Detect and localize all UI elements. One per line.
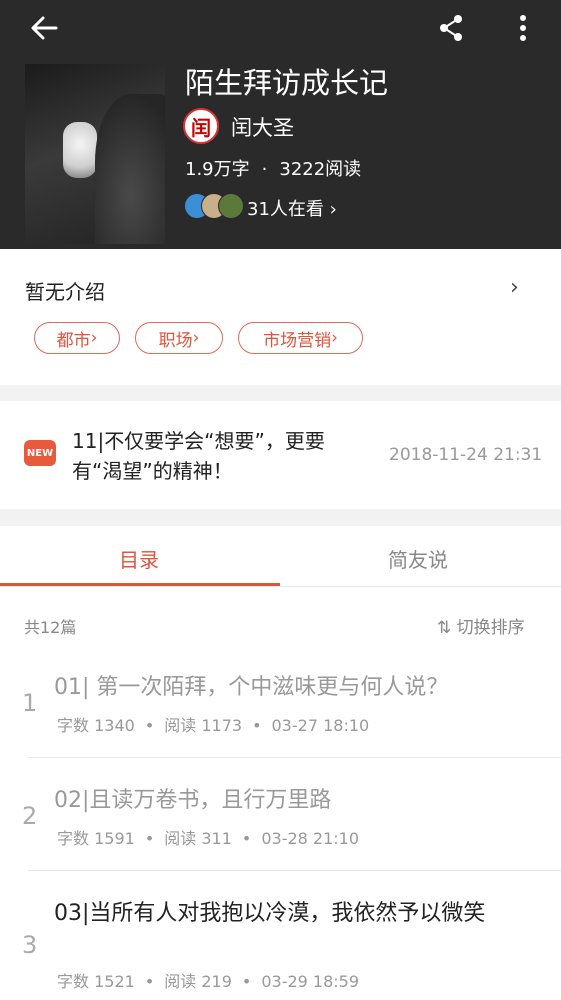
chapter-date: 03-29 18:59 [261,972,360,991]
tag-label: 都市 [56,330,91,351]
chapter-title: 03|当所有人对我抱以冷漠，我依然予以微笑 [54,901,486,926]
book-title: 陌生拜访成长记 [185,66,389,100]
tag-dushi[interactable]: 都市 › [34,322,120,354]
chapter-meta: 字数 1521 • 阅读 219 • 03-29 18:59 [57,972,360,991]
tab-friends-comments[interactable]: 简友说 [388,544,448,573]
tag-shichang-yingxiao[interactable]: 市场营销 › [238,322,363,354]
tag-label: 市场营销 [263,330,332,351]
latest-update[interactable]: NEW 11|不仅要学会“想要”，更要有“渴望”的精神！ 2018-11-24 … [0,401,561,509]
divider [28,870,561,871]
total-count: 共12篇 [24,618,77,637]
chapter-item[interactable]: 2 02|且读万卷书，且行万里路 字数 1591 • 阅读 311 • 03-28 21… [0,782,561,872]
chapter-reads: 阅读 219 [164,972,232,991]
tab-toc[interactable]: 目录 [119,544,159,573]
sort-label: 切换排序 [456,618,525,638]
chapter-date: 03-28 21:10 [261,829,360,848]
readers-link[interactable]: 31人在看 › [247,195,337,221]
chapter-number: 2 [22,802,38,830]
latest-update-title: 11|不仅要学会“想要”，更要有“渴望”的精神！ [72,429,325,483]
intro-text[interactable]: 暂无介绍 [25,276,105,305]
cover-figure-image [95,94,165,244]
reader-avatars[interactable] [184,193,244,219]
more-vertical-icon[interactable] [508,12,538,44]
chapter-meta: 字数 1591 • 阅读 311 • 03-28 21:10 [57,829,360,848]
chapter-item[interactable]: 3 03|当所有人对我抱以冷漠，我依然予以微笑 字数 1521 • 阅读 219 • 0… [0,895,561,1000]
chapter-reads: 阅读 311 [164,829,232,848]
divider [28,757,561,758]
chevron-right-icon: › [90,328,98,348]
divider [0,586,561,587]
chapter-reads: 阅读 1173 [164,716,243,735]
book-stats: 1.9万字 · 3222阅读 [185,155,361,181]
chapter-item[interactable]: 1 01| 第一次陌拜，个中滋味更与何人说？ 字数 1340 • 阅读 1173 • 0… [0,669,561,759]
tag-zhichang[interactable]: 职场 › [135,322,223,354]
sort-toggle-button[interactable]: ⇅ 切换排序 [437,613,525,638]
stats-separator: · [261,159,268,180]
chapter-number: 1 [22,689,38,717]
book-header: 陌生拜访成长记 闰 闰大圣 1.9万字 · 3222阅读 31人在看 › [0,0,561,249]
chevron-right-icon[interactable]: › [510,275,519,300]
book-cover [25,64,165,244]
cover-window-image [63,122,97,178]
sort-icon: ⇅ [437,618,452,638]
readers-count: 31人在看 [247,199,324,220]
share-icon[interactable] [436,12,466,44]
chapter-words: 字数 1340 [57,716,135,735]
latest-update-time: 2018-11-24 21:31 [389,445,543,465]
read-count: 3222阅读 [279,159,362,180]
chevron-right-icon: › [331,328,338,348]
new-badge-icon: NEW [24,440,56,466]
chapter-title: 02|且读万卷书，且行万里路 [54,788,332,813]
toc-panel: 目录 简友说 共12篇 ⇅ 切换排序 1 01| 第一次陌拜，个中滋味更与何人说… [0,526,561,1000]
chevron-right-icon: › [192,328,200,348]
chapter-title: 01| 第一次陌拜，个中滋味更与何人说？ [54,675,449,700]
back-arrow-icon[interactable] [28,12,60,44]
chapter-meta: 字数 1340 • 阅读 1173 • 03-27 18:10 [57,716,370,735]
chapter-number: 3 [22,931,38,959]
chevron-right-icon: › [329,199,337,220]
author-name[interactable]: 闰大圣 [231,112,294,142]
tag-label: 职场 [158,330,193,351]
reader-avatar [218,193,244,219]
chapter-words: 字数 1591 [57,829,135,848]
word-count: 1.9万字 [185,159,250,180]
author-avatar[interactable]: 闰 [183,108,219,144]
chapter-words: 字数 1521 [57,972,135,991]
intro-panel: 暂无介绍 › 都市 › 职场 › 市场营销 › [0,249,561,385]
chapter-date: 03-27 18:10 [271,716,370,735]
